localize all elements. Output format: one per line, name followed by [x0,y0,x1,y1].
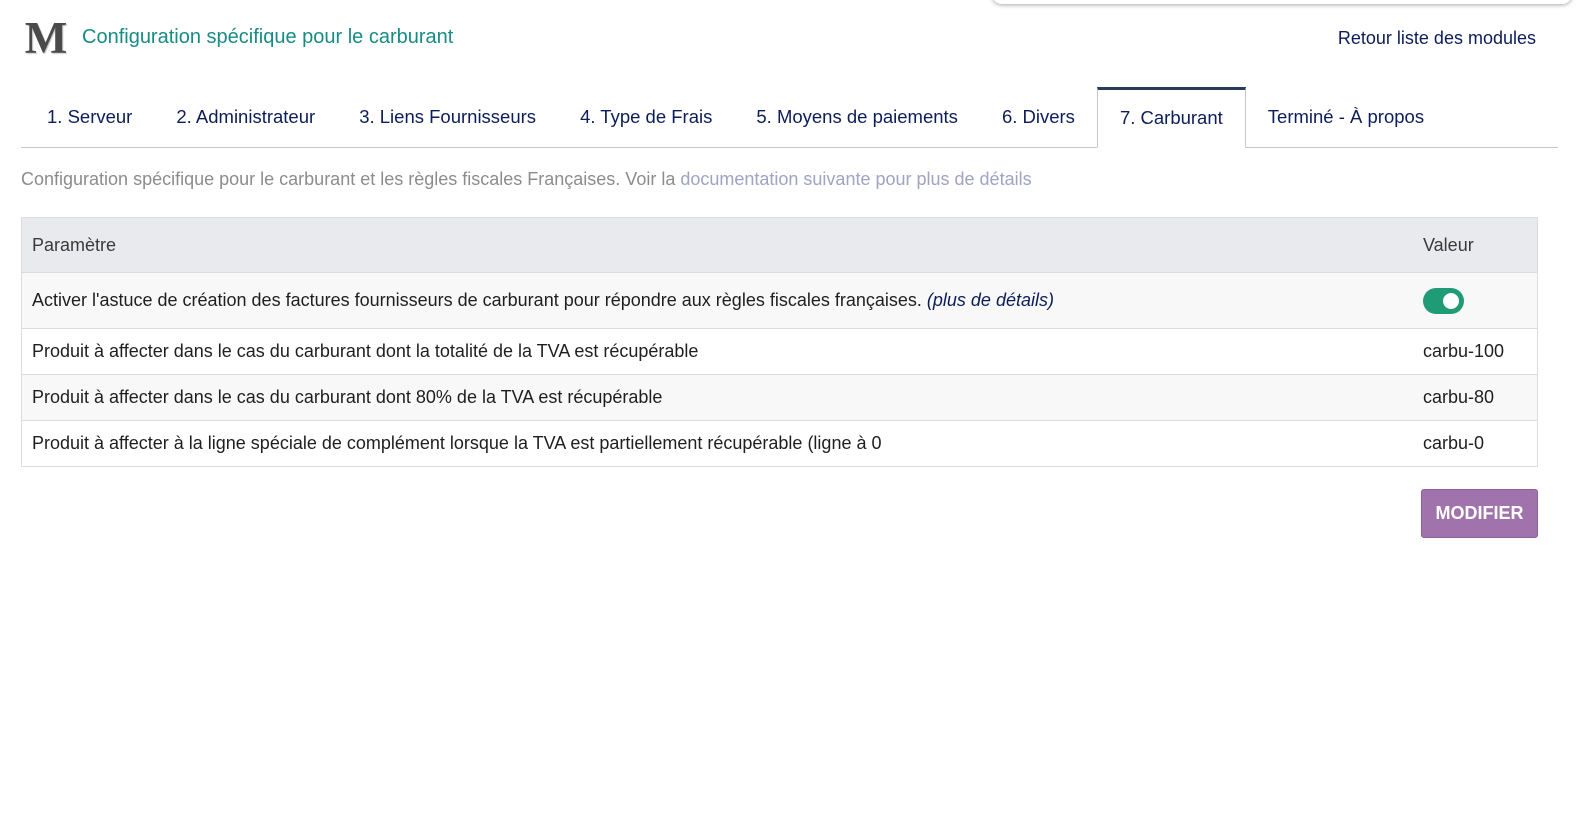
toggle-knob [1443,292,1459,309]
param-value: carbu-80 [1413,374,1538,421]
section-description: Configuration spécifique pour le carbura… [21,169,1032,190]
param-value: carbu-100 [1413,328,1538,375]
more-details-link[interactable]: (plus de détails) [927,290,1054,310]
parameters-table: Paramètre Valeur Activer l'astuce de cré… [21,217,1538,467]
tab-administrateur[interactable]: 2. Administrateur [154,87,337,147]
tab-divers[interactable]: 6. Divers [980,87,1097,147]
description-text: Configuration spécifique pour le carbura… [21,169,681,189]
page-header: M Configuration spécifique pour le carbu… [21,14,1536,64]
param-value [1413,272,1538,329]
tab-carburant[interactable]: 7. Carburant [1096,87,1246,148]
param-label: Produit à affecter dans le cas du carbur… [21,374,1413,421]
config-tabs: 1. Serveur 2. Administrateur 3. Liens Fo… [21,87,1558,148]
tab-termine-a-propos[interactable]: Terminé - À propos [1246,87,1446,147]
table-row: Produit à affecter dans le cas du carbur… [21,328,1538,375]
popup-edge [992,0,1572,4]
module-logo: M [24,13,68,63]
table-row: Activer l'astuce de création des facture… [21,272,1538,329]
table-header-row: Paramètre Valeur [21,217,1538,273]
page-title: Configuration spécifique pour le carbura… [82,26,454,48]
column-header-param: Paramètre [21,217,1413,273]
documentation-link[interactable]: documentation suivante pour plus de déta… [680,169,1031,189]
tab-type-de-frais[interactable]: 4. Type de Frais [558,87,734,147]
column-header-value: Valeur [1413,217,1538,273]
tab-liens-fournisseurs[interactable]: 3. Liens Fournisseurs [337,87,558,147]
param-label: Produit à affecter dans le cas du carbur… [21,328,1413,375]
fuel-trick-toggle[interactable] [1423,287,1464,314]
table-row: Produit à affecter à la ligne spéciale d… [21,420,1538,467]
back-to-modules-link[interactable]: Retour liste des modules [1338,28,1536,49]
param-label-text: Activer l'astuce de création des facture… [32,290,927,310]
modify-button[interactable]: MODIFIER [1421,489,1538,538]
tab-moyens-de-paiements[interactable]: 5. Moyens de paiements [734,87,980,147]
table-row: Produit à affecter dans le cas du carbur… [21,374,1538,421]
param-value: carbu-0 [1413,420,1538,467]
param-label: Activer l'astuce de création des facture… [21,272,1413,329]
param-label: Produit à affecter à la ligne spéciale d… [21,420,1413,467]
tab-serveur[interactable]: 1. Serveur [21,87,154,147]
